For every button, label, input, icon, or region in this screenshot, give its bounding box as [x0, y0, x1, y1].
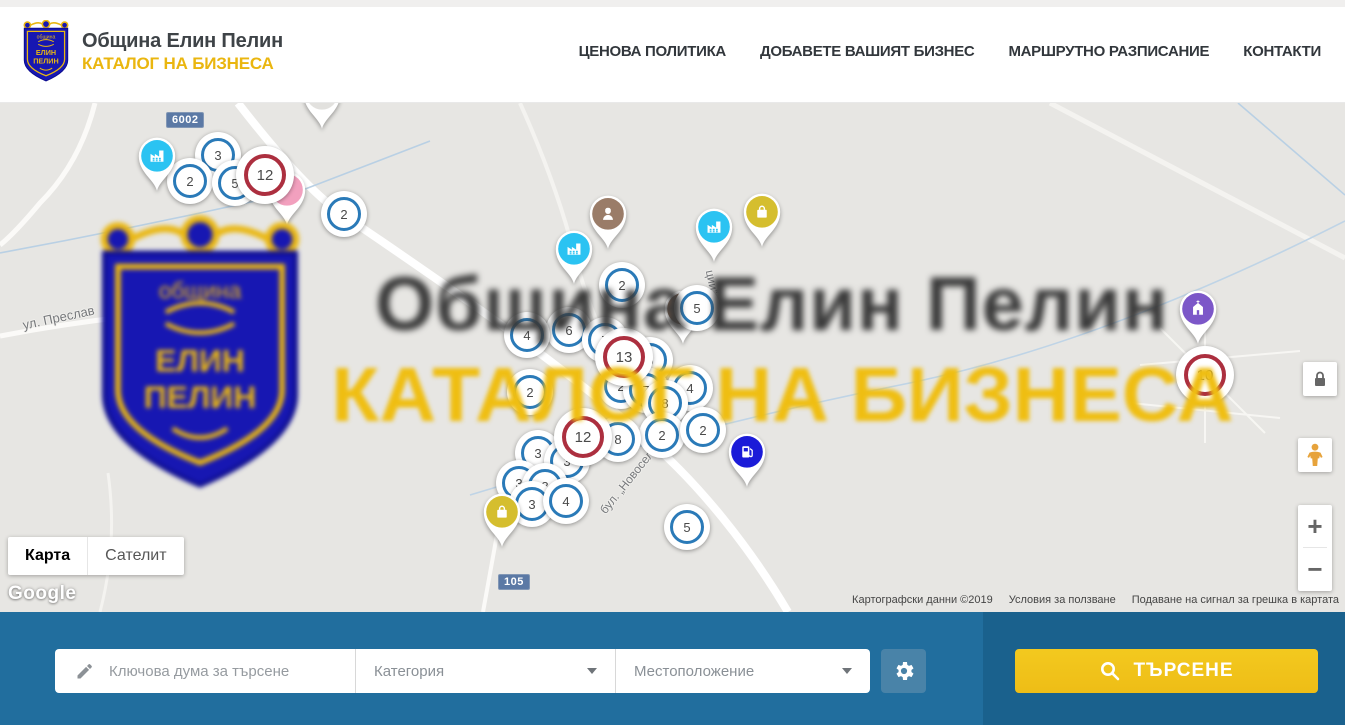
- category-pin-factory[interactable]: [691, 206, 737, 264]
- attribution-link[interactable]: Условия за ползване: [1009, 594, 1116, 606]
- cluster-count: 6: [552, 313, 586, 347]
- search-button-label: ТЪРСЕНЕ: [1133, 660, 1233, 682]
- category-pin-bag[interactable]: [739, 191, 785, 249]
- cluster-marker[interactable]: 12: [554, 408, 612, 466]
- cluster-marker[interactable]: 2: [639, 412, 685, 458]
- category-pin-church[interactable]: [1175, 288, 1221, 346]
- zoom-control: + −: [1298, 505, 1332, 591]
- category-pin-fuel[interactable]: [724, 431, 770, 489]
- nav-item-contacts[interactable]: КОНТАКТИ: [1243, 43, 1321, 60]
- cluster-count: 4: [510, 318, 544, 352]
- keyword-field: [55, 649, 355, 693]
- cluster-count: 10: [1184, 354, 1226, 396]
- pencil-icon: [75, 661, 95, 681]
- street-view-pegman[interactable]: [1298, 438, 1332, 472]
- map-attribution: Картографски данни ©2019 Условия за ползв…: [852, 594, 1339, 606]
- nav-item-pricing[interactable]: ЦЕНОВА ПОЛИТИКА: [579, 43, 726, 60]
- cluster-count: 12: [244, 154, 286, 196]
- cluster-count: 12: [562, 416, 604, 458]
- cluster-marker[interactable]: 5: [664, 504, 710, 550]
- municipality-crest-icon: община ЕЛИН ПЕЛИН: [20, 20, 72, 83]
- google-logo[interactable]: Google: [8, 583, 76, 605]
- keyword-search-input[interactable]: [107, 662, 345, 681]
- map-data-copyright: Картографски данни ©2019: [852, 594, 993, 606]
- svg-text:ЕЛИН: ЕЛИН: [36, 48, 56, 57]
- cluster-marker[interactable]: 2: [680, 407, 726, 453]
- cluster-count: 5: [680, 291, 714, 325]
- cluster-marker[interactable]: 10: [1176, 346, 1234, 404]
- cluster-marker[interactable]: 2: [507, 369, 553, 415]
- markers-layer: 325122256471352274822128333834510: [0, 103, 1345, 612]
- location-dropdown[interactable]: Местоположение: [615, 649, 870, 693]
- cluster-marker[interactable]: 4: [543, 478, 589, 524]
- location-dropdown-label: Местоположение: [634, 663, 754, 680]
- satellite-view-button[interactable]: Сателит: [87, 537, 183, 575]
- cluster-marker[interactable]: 2: [321, 191, 367, 237]
- brand-logo[interactable]: община ЕЛИН ПЕЛИН Община Елин Пелин КАТА…: [20, 20, 283, 83]
- category-pin-factory[interactable]: [134, 135, 180, 193]
- map-type-control: Карта Сателит: [8, 537, 184, 575]
- search-bar: Категория Местоположение ТЪРСЕНЕ: [0, 612, 1345, 725]
- category-pin-worker[interactable]: [585, 193, 631, 251]
- category-dropdown[interactable]: Категория: [355, 649, 615, 693]
- main-nav: ЦЕНОВА ПОЛИТИКА ДОБАВЕТЕ ВАШИЯТ БИЗНЕС М…: [579, 0, 1321, 103]
- search-group: Категория Местоположение: [55, 649, 870, 693]
- cluster-count: 2: [327, 197, 361, 231]
- header: община ЕЛИН ПЕЛИН Община Елин Пелин КАТА…: [0, 0, 1345, 103]
- category-pin-bag[interactable]: [479, 491, 525, 549]
- cluster-count: 2: [513, 375, 547, 409]
- cluster-marker[interactable]: 12: [236, 146, 294, 204]
- nav-item-add-business[interactable]: ДОБАВЕТЕ ВАШИЯТ БИЗНЕС: [760, 43, 974, 60]
- cluster-count: 2: [605, 268, 639, 302]
- advanced-settings-button[interactable]: [881, 649, 926, 693]
- cluster-count: 4: [549, 484, 583, 518]
- lock-button[interactable]: [1303, 362, 1337, 396]
- chevron-down-icon: [587, 668, 597, 674]
- brand-subtitle: КАТАЛОГ НА БИЗНЕСА: [82, 54, 283, 74]
- gear-icon: [892, 659, 916, 683]
- cluster-marker[interactable]: 4: [504, 312, 550, 358]
- category-pin-none[interactable]: [299, 103, 345, 131]
- nav-item-timetable[interactable]: МАРШРУТНО РАЗПИСАНИЕ: [1008, 43, 1209, 60]
- map-view-button[interactable]: Карта: [8, 537, 87, 575]
- cluster-marker[interactable]: 5: [674, 285, 720, 331]
- search-icon: [1099, 660, 1121, 682]
- cluster-count: 2: [686, 413, 720, 447]
- zoom-in-button[interactable]: +: [1298, 505, 1332, 547]
- pegman-icon: [1304, 443, 1326, 467]
- lock-icon: [1310, 369, 1330, 389]
- cluster-count: 2: [645, 418, 679, 452]
- category-dropdown-label: Категория: [374, 663, 444, 680]
- chevron-down-icon: [842, 668, 852, 674]
- cluster-marker[interactable]: 13: [595, 328, 653, 386]
- cluster-marker[interactable]: 2: [599, 262, 645, 308]
- cluster-count: 13: [603, 336, 645, 378]
- brand-title: Община Елин Пелин: [82, 30, 283, 53]
- map-canvas[interactable]: ул. Преславбул. „Новоселции“6002105: [0, 103, 1345, 612]
- page: община ЕЛИН ПЕЛИН Община Елин Пелин КАТА…: [0, 0, 1345, 725]
- svg-text:ПЕЛИН: ПЕЛИН: [33, 56, 58, 65]
- attribution-link[interactable]: Подаване на сигнал за грешка в картата: [1132, 594, 1339, 606]
- cluster-count: 5: [670, 510, 704, 544]
- zoom-out-button[interactable]: −: [1298, 548, 1332, 590]
- search-button[interactable]: ТЪРСЕНЕ: [1015, 649, 1318, 693]
